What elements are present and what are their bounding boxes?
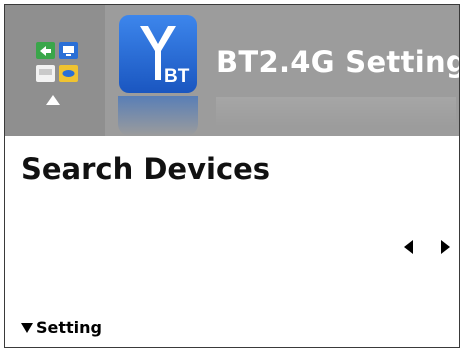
- bt-icon-reflection: [118, 96, 198, 136]
- menu-button[interactable]: [5, 5, 105, 136]
- device-screen: BT BT2.4G Setting Search Devices Setting: [4, 4, 460, 348]
- title-reflection: [216, 97, 456, 127]
- triangle-up-icon: [46, 95, 60, 105]
- triangle-right-icon[interactable]: [441, 240, 450, 254]
- triangle-left-icon[interactable]: [404, 240, 413, 254]
- setting-label: Setting: [36, 318, 102, 337]
- triangle-down-icon: [21, 322, 33, 333]
- header-bar: BT BT2.4G Setting: [5, 5, 459, 136]
- app-grid-icon: [36, 42, 78, 82]
- search-devices-heading[interactable]: Search Devices: [21, 152, 270, 186]
- page-title: BT2.4G Setting: [216, 45, 459, 79]
- bt-antenna-icon: BT: [119, 15, 197, 93]
- bt-icon-label: BT: [164, 66, 190, 87]
- setting-softkey[interactable]: Setting: [21, 318, 102, 337]
